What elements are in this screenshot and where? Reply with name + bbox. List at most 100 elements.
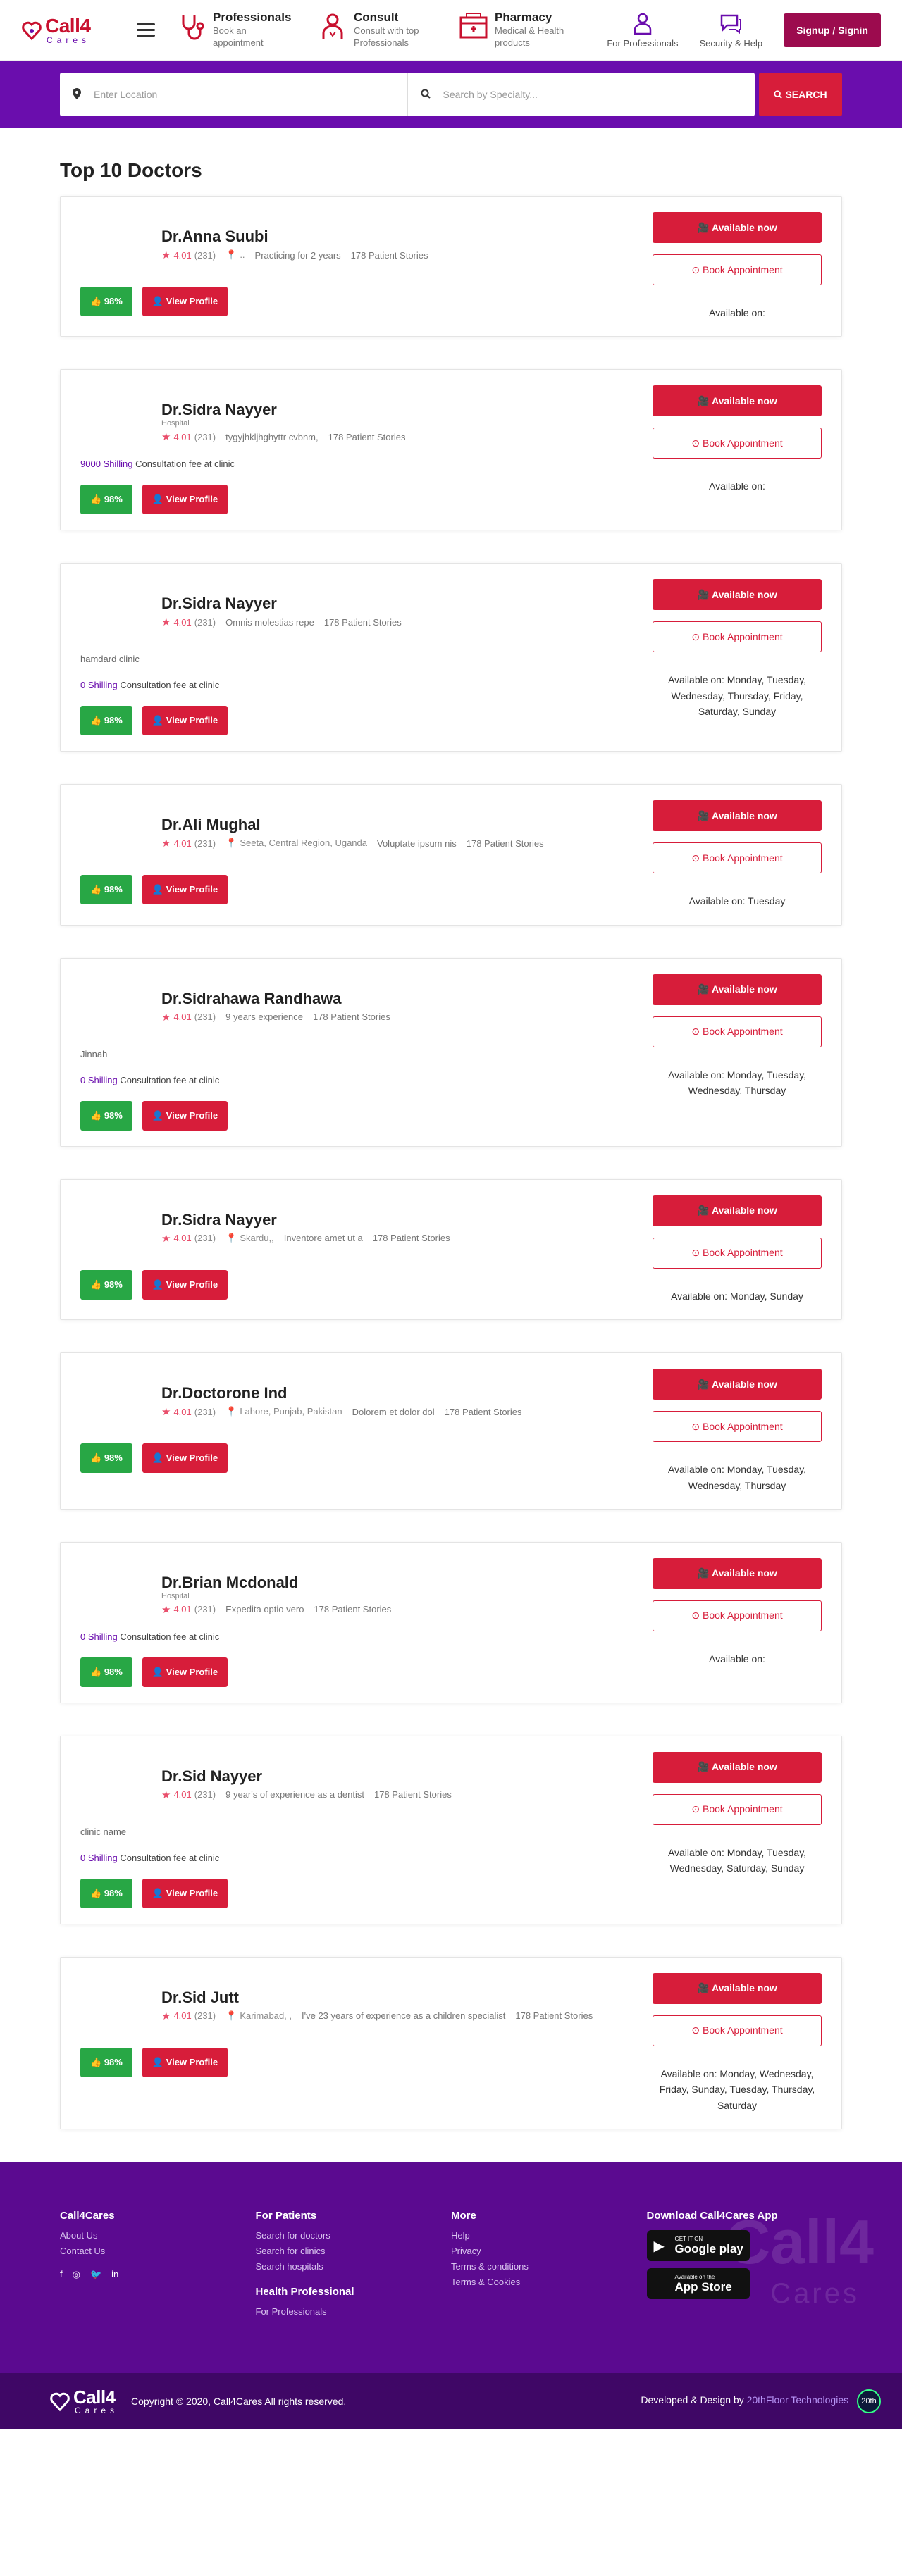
view-profile-button[interactable]: 👤 View Profile	[142, 1878, 228, 1908]
nav-for-professionals[interactable]: For Professionals	[607, 11, 679, 49]
footer-link-about[interactable]: About Us	[60, 2230, 256, 2241]
footer-link-for-professionals[interactable]: For Professionals	[256, 2306, 452, 2317]
location-input[interactable]: Enter Location	[60, 73, 407, 116]
book-appointment-button[interactable]: ⊙ Book Appointment	[653, 842, 822, 874]
available-now-button[interactable]: 🎥 Available now	[653, 1751, 822, 1783]
book-appointment-button[interactable]: ⊙ Book Appointment	[653, 428, 822, 459]
doctor-name[interactable]: Dr.Sid Nayyer	[161, 1767, 653, 1786]
footer-link-privacy[interactable]: Privacy	[451, 2246, 647, 2256]
view-profile-button[interactable]: 👤 View Profile	[142, 1100, 228, 1131]
rating-value: 4.01	[173, 1406, 192, 1417]
rating-value: 4.01	[173, 1789, 192, 1800]
signup-signin-button[interactable]: Signup / Signin	[784, 13, 881, 47]
view-profile-label: View Profile	[166, 1452, 218, 1464]
star-icon: ★	[161, 431, 171, 444]
doctor-name[interactable]: Dr.Sidra Nayyer	[161, 1211, 653, 1229]
like-percentage-button[interactable]: 👍 98%	[80, 287, 132, 316]
nav-professionals[interactable]: Professionals Book an appointment	[176, 11, 297, 49]
doctor-card: Dr.Ali Mughal ★ 4.01 (231) 📍 Seeta, Central R…	[60, 784, 842, 926]
book-appointment-button[interactable]: ⊙ Book Appointment	[653, 1016, 822, 1047]
doctor-name[interactable]: Dr.Sid Jutt	[161, 1989, 653, 2007]
available-now-button[interactable]: 🎥 Available now	[653, 1557, 822, 1589]
doctor-name[interactable]: Dr.Sidrahawa Randhawa	[161, 990, 653, 1008]
doctor-name[interactable]: Dr.Ali Mughal	[161, 816, 653, 834]
nav-pharmacy[interactable]: Pharmacy Medical & Health products	[458, 11, 579, 49]
available-now-button[interactable]: 🎥 Available now	[653, 212, 822, 243]
review-count: (231)	[194, 1604, 216, 1615]
book-appointment-button[interactable]: ⊙ Book Appointment	[653, 621, 822, 653]
like-percentage-button[interactable]: 👍 98%	[80, 2047, 132, 2077]
footer-link-search-clinics[interactable]: Search for clinics	[256, 2246, 452, 2256]
footer-link-contact[interactable]: Contact Us	[60, 2246, 256, 2256]
like-percentage-button[interactable]: 👍 98%	[80, 1269, 132, 1300]
like-percentage: 98%	[104, 494, 123, 505]
available-now-button[interactable]: 🎥 Available now	[653, 1195, 822, 1226]
footer-link-search-hospitals[interactable]: Search hospitals	[256, 2261, 452, 2272]
like-percentage-button[interactable]: 👍 98%	[80, 1878, 132, 1908]
app-store-badge[interactable]: Available on the App Store	[646, 2268, 750, 2300]
view-profile-button[interactable]: 👤 View Profile	[142, 2047, 228, 2077]
doctor-name[interactable]: Dr.Doctorone Ind	[161, 1384, 653, 1402]
book-appointment-button[interactable]: ⊙ Book Appointment	[653, 1600, 822, 1631]
view-profile-button[interactable]: 👤 View Profile	[142, 875, 228, 905]
view-profile-button[interactable]: 👤 View Profile	[142, 706, 228, 736]
menu-icon[interactable]	[137, 20, 155, 40]
available-now-button[interactable]: 🎥 Available now	[653, 973, 822, 1005]
doctor-name[interactable]: Dr.Sidra Nayyer	[161, 401, 653, 419]
view-profile-button[interactable]: 👤 View Profile	[142, 287, 228, 316]
book-appointment-label: Book Appointment	[702, 1803, 783, 1815]
location-placeholder: Enter Location	[94, 89, 158, 100]
doctor-card: Dr.Sidrahawa Randhawa ★ 4.01 (231) 9 years e…	[60, 957, 842, 1147]
doctor-name[interactable]: Dr.Anna Suubi	[161, 228, 653, 246]
twitter-icon[interactable]: 🐦	[90, 2269, 101, 2280]
page-title: Top 10 Doctors	[60, 159, 202, 181]
book-appointment-button[interactable]: ⊙ Book Appointment	[653, 1411, 822, 1443]
doctor-name[interactable]: Dr.Sidra Nayyer	[161, 595, 653, 613]
view-profile-label: View Profile	[166, 1666, 218, 1677]
view-profile-button[interactable]: 👤 View Profile	[142, 1443, 228, 1474]
search-icon	[421, 89, 431, 101]
nav-sub: Book an appointment	[213, 25, 264, 48]
footer-link-cookies[interactable]: Terms & Cookies	[451, 2277, 647, 2287]
logo[interactable]: Call4 Cares	[21, 15, 127, 44]
facebook-icon[interactable]: f	[60, 2269, 63, 2280]
like-percentage-button[interactable]: 👍 98%	[80, 1100, 132, 1131]
available-now-button[interactable]: 🎥 Available now	[653, 1369, 822, 1400]
book-appointment-button[interactable]: ⊙ Book Appointment	[653, 1793, 822, 1825]
like-percentage-button[interactable]: 👍 98%	[80, 485, 132, 515]
available-now-button[interactable]: 🎥 Available now	[653, 1972, 822, 2004]
like-percentage-button[interactable]: 👍 98%	[80, 875, 132, 905]
available-now-button[interactable]: 🎥 Available now	[653, 385, 822, 417]
like-percentage-button[interactable]: 👍 98%	[80, 1657, 132, 1687]
view-profile-button[interactable]: 👤 View Profile	[142, 1657, 228, 1687]
location-text: Skardu,,	[240, 1232, 274, 1243]
nav-consult[interactable]: Consult Consult with top Professionals	[317, 11, 438, 49]
fee-amount: 9000 Shilling	[80, 459, 133, 470]
search-button[interactable]: SEARCH	[759, 73, 842, 116]
footer-link-search-doctors[interactable]: Search for doctors	[256, 2230, 452, 2241]
linkedin-icon[interactable]: in	[111, 2269, 118, 2280]
location-text: Seeta, Central Region, Uganda	[240, 838, 367, 849]
credit-company-link[interactable]: 20thFloor Technologies	[747, 2394, 849, 2406]
view-profile-button[interactable]: 👤 View Profile	[142, 1269, 228, 1300]
footer-logo[interactable]: Call4 Cares	[49, 2388, 118, 2415]
book-appointment-button[interactable]: ⊙ Book Appointment	[653, 2015, 822, 2046]
patient-stories: 178 Patient Stories	[515, 2010, 593, 2022]
instagram-icon[interactable]: ◎	[73, 2269, 80, 2280]
available-now-button[interactable]: 🎥 Available now	[653, 800, 822, 832]
specialty-input[interactable]: Search by Specialty...	[407, 73, 755, 116]
nav-security-help[interactable]: Security & Help	[700, 11, 762, 49]
doctor-name[interactable]: Dr.Brian Mcdonald	[161, 1574, 653, 1592]
fee-suffix: Consultation fee at clinic	[135, 459, 235, 470]
like-percentage-button[interactable]: 👍 98%	[80, 706, 132, 736]
like-percentage: 98%	[104, 715, 123, 726]
book-appointment-button[interactable]: ⊙ Book Appointment	[653, 1237, 822, 1269]
footer-link-help[interactable]: Help	[451, 2230, 647, 2241]
view-profile-button[interactable]: 👤 View Profile	[142, 485, 228, 515]
footer-link-terms[interactable]: Terms & conditions	[451, 2261, 647, 2272]
star-icon: ★	[161, 1011, 171, 1023]
google-play-badge[interactable]: ▶ GET IT ON Google play	[646, 2230, 750, 2262]
available-now-button[interactable]: 🎥 Available now	[653, 579, 822, 611]
like-percentage-button[interactable]: 👍 98%	[80, 1443, 132, 1474]
book-appointment-button[interactable]: ⊙ Book Appointment	[653, 254, 822, 285]
